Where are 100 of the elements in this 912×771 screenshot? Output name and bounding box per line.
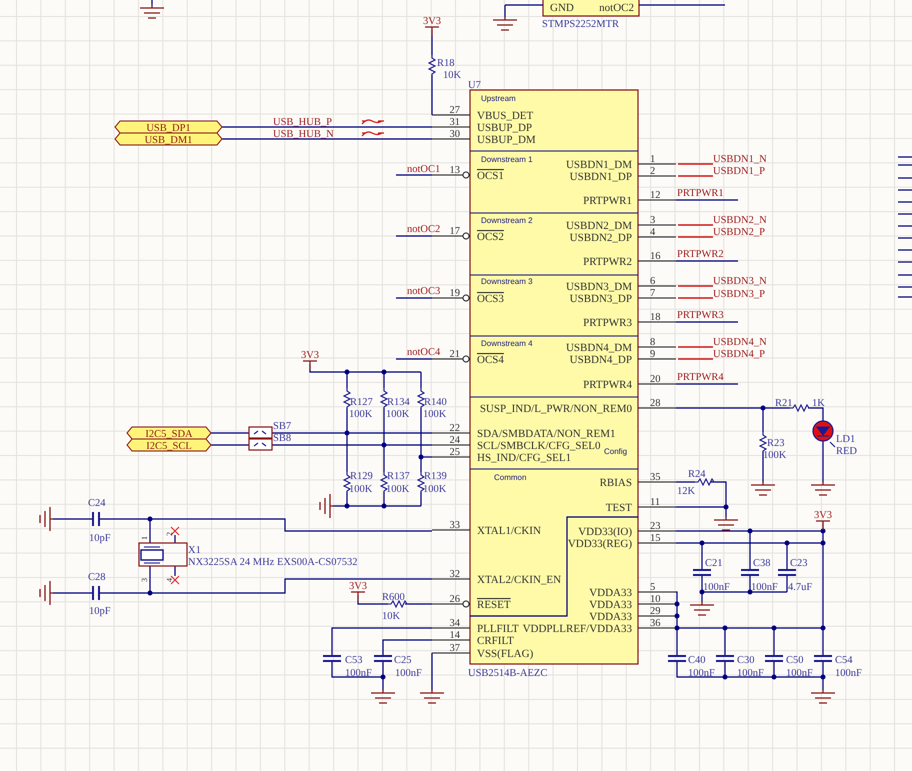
wire [678, 358, 713, 360]
ground-icon [750, 481, 776, 496]
pin-label: VDDA33 [589, 587, 632, 599]
wire [678, 236, 713, 238]
ground-icon [319, 493, 334, 519]
pin-number: 25 [450, 447, 460, 458]
designator-label: C50 [786, 655, 804, 666]
pin-line [432, 358, 470, 360]
capacitor-symbol [777, 569, 797, 576]
pin-label: USBDN4_DP [570, 354, 632, 366]
wire [678, 224, 713, 226]
capacitor-symbol [92, 585, 100, 601]
pin-label: HS_IND/CFG_SEL1 [477, 452, 572, 464]
resistor-symbol [342, 388, 352, 408]
designator-label: C38 [753, 558, 771, 569]
pin-label: VDDA33 [589, 599, 632, 611]
value-label: 10K [382, 611, 400, 622]
value-label: 12K [677, 486, 696, 497]
wire [396, 297, 432, 299]
wire [53, 518, 93, 520]
junction-dot [380, 674, 386, 680]
wire [898, 156, 912, 158]
designator-label: R600 [382, 592, 405, 603]
junction-dot [674, 614, 680, 618]
pin-label: OCS2 [477, 231, 504, 243]
pin-number: 37 [450, 643, 460, 654]
wire [676, 260, 738, 262]
pin-line [638, 236, 676, 238]
pin-number: 1 [650, 154, 656, 165]
no-connect-icon [170, 576, 180, 584]
pin-number: 27 [450, 105, 460, 116]
net-label: USBDN3_N [713, 276, 767, 287]
pin-number: 19 [450, 288, 460, 299]
pin-number: 1 [140, 536, 149, 540]
wire [676, 383, 738, 385]
pin-number: 22 [450, 423, 460, 434]
junction-dot [344, 504, 350, 508]
pin-line [432, 126, 470, 128]
pin-line [432, 444, 470, 446]
junction-dot [760, 406, 766, 410]
wire [151, 0, 153, 5]
wire [676, 199, 738, 201]
net-label: notOC4 [407, 347, 440, 358]
value-label: 100nF [395, 668, 422, 679]
port-label: USB_DM1 [114, 132, 223, 146]
capacitor-symbol [715, 655, 735, 662]
resistor-symbol [416, 388, 426, 408]
junction-dot [722, 626, 728, 630]
resistor-symbol [342, 472, 352, 492]
pin-line [432, 114, 470, 116]
pin-number: 32 [450, 569, 460, 580]
wire [396, 235, 432, 237]
junction-dot [748, 590, 752, 594]
wire [898, 189, 912, 191]
net-label: PRTPWR1 [677, 188, 724, 199]
pin-label: GND [550, 2, 574, 14]
wire [405, 603, 432, 605]
designator-label: R139 [424, 471, 447, 482]
value-label: RED [836, 446, 857, 457]
pin-label: USBDN3_DM [566, 281, 632, 293]
wire [678, 175, 713, 177]
designator-label: C30 [737, 655, 755, 666]
wire [898, 164, 912, 166]
resistor-symbol [380, 472, 388, 492]
designator-label: C54 [835, 655, 853, 666]
wire [211, 444, 249, 446]
wire [898, 213, 912, 215]
value-label: 100nF [751, 582, 778, 593]
pin-label: VBUS_DET [477, 110, 534, 122]
value-label: 100nF [786, 668, 813, 679]
wire [676, 481, 695, 483]
resistor-symbol [388, 600, 408, 608]
net-label: USB_HUB_P [273, 117, 332, 128]
junction-dot [344, 370, 350, 374]
crystal-symbol [138, 542, 188, 567]
wire [431, 75, 433, 115]
wire [898, 286, 912, 288]
designator-label: R24 [688, 469, 706, 480]
pin-line [638, 260, 676, 262]
value-label: 100nF [835, 668, 862, 679]
designator-label: SB8 [273, 433, 292, 444]
pin-label: SDA/SMBDATA/NON_REM1 [477, 428, 616, 440]
net-label: USBDN1_N [713, 154, 767, 165]
pin-number: 9 [650, 349, 656, 360]
pin-number: 10 [650, 594, 660, 605]
pin-label: USBDN2_DM [566, 220, 632, 232]
designator-label: R137 [387, 471, 410, 482]
junction-dot [382, 370, 386, 374]
junction-dot [772, 626, 776, 630]
solder-bridge-symbol [248, 438, 273, 451]
port-label: I2C5_SDA [126, 426, 212, 440]
power-port: 3V3 [348, 581, 368, 602]
value-label: 100K [386, 409, 410, 420]
pin-line [638, 530, 676, 532]
junction-dot [382, 442, 386, 448]
value-label: 100K [423, 484, 446, 495]
port-label: I2C5_SCL [126, 438, 212, 452]
pin-number: 14 [450, 630, 460, 641]
junction-dot [772, 674, 776, 680]
pin-line [638, 346, 676, 348]
